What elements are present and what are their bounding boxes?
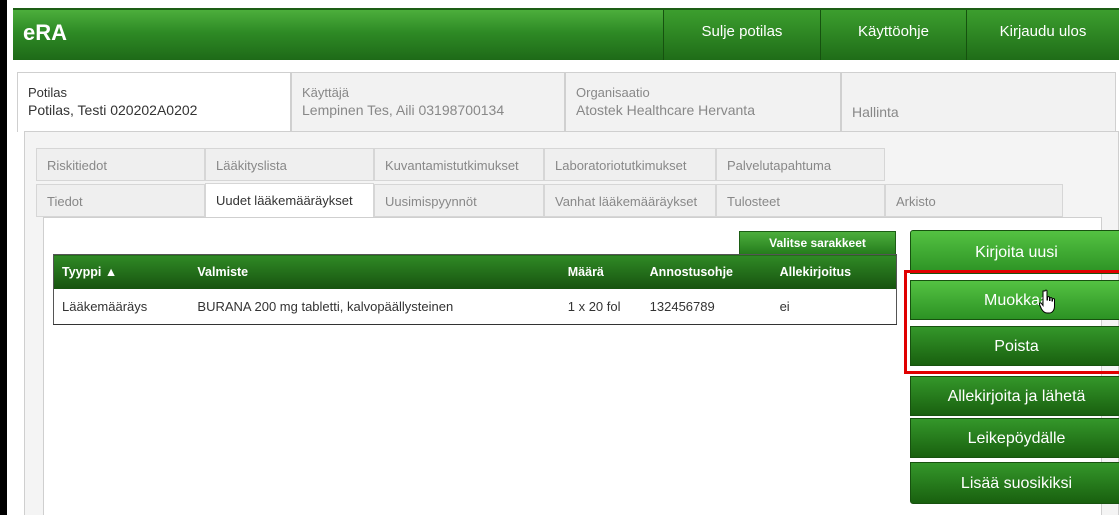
cell-type: Lääkemääräys — [53, 288, 190, 325]
tab-patient[interactable]: Potilas Potilas, Testi 020202A0202 — [17, 72, 291, 132]
add-favorite-button[interactable]: Lisää suosikiksi — [910, 462, 1119, 504]
hand-cursor-icon — [1038, 289, 1055, 314]
subtab-info[interactable]: Tiedot — [36, 184, 205, 217]
tab-patient-label: Potilas — [28, 85, 68, 100]
subtab-service-event[interactable]: Palvelutapahtuma — [716, 148, 885, 181]
subtab-renewal-requests[interactable]: Uusimispyynnöt — [374, 184, 544, 217]
tab-admin[interactable]: Hallinta — [841, 72, 1116, 132]
cell-product: BURANA 200 mg tabletti, kalvopäällystein… — [189, 288, 560, 325]
subtab-printouts[interactable]: Tulosteet — [716, 184, 885, 217]
clipboard-button[interactable]: Leikepöydälle — [910, 418, 1119, 458]
tab-admin-value: Hallinta — [852, 104, 899, 120]
sign-and-send-button[interactable]: Allekirjoita ja lähetä — [910, 376, 1119, 416]
header-bar: eRA Sulje potilas Käyttöohje Kirjaudu ul… — [13, 8, 1119, 60]
subtab-imaging[interactable]: Kuvantamistutkimukset — [374, 148, 544, 181]
subtab-archive[interactable]: Arkisto — [885, 184, 1063, 217]
tab-organization-label: Organisaatio — [576, 85, 650, 100]
help-button[interactable]: Käyttöohje — [820, 10, 966, 60]
write-new-button[interactable]: Kirjoita uusi — [910, 230, 1119, 274]
column-header-quantity[interactable]: Määrä — [559, 254, 642, 289]
app-logo: eRA — [23, 20, 68, 45]
delete-button[interactable]: Poista — [910, 326, 1119, 366]
cell-dosage: 132456789 — [641, 288, 772, 325]
app: eRA Sulje potilas Käyttöohje Kirjaudu ul… — [7, 0, 1119, 515]
table-row[interactable]: Lääkemääräys BURANA 200 mg tabletti, kal… — [53, 288, 897, 325]
tab-user-label: Käyttäjä — [302, 85, 349, 100]
tab-organization-value: Atostek Healthcare Hervanta — [576, 102, 755, 118]
edit-button[interactable]: Muokkaa — [910, 280, 1119, 320]
cell-signature: ei — [771, 288, 897, 325]
column-header-product[interactable]: Valmiste — [189, 254, 560, 289]
table-header-row: Tyyppi ▲ Valmiste Määrä Annostusohje All… — [53, 254, 897, 289]
tab-user-value: Lempinen Tes, Aili 03198700134 — [302, 102, 505, 118]
tab-organization[interactable]: Organisaatio Atostek Healthcare Hervanta — [565, 72, 841, 132]
column-header-signature[interactable]: Allekirjoitus — [771, 254, 897, 289]
tab-patient-value: Potilas, Testi 020202A0202 — [28, 102, 198, 118]
tab-user[interactable]: Käyttäjä Lempinen Tes, Aili 03198700134 — [291, 72, 565, 132]
select-columns-button[interactable]: Valitse sarakkeet — [739, 231, 896, 256]
window-edge — [0, 0, 7, 515]
logout-button[interactable]: Kirjaudu ulos — [966, 10, 1119, 60]
column-header-dosage[interactable]: Annostusohje — [641, 254, 772, 289]
subtab-laboratory[interactable]: Laboratoriotutkimukset — [544, 148, 716, 181]
close-patient-button[interactable]: Sulje potilas — [663, 10, 820, 60]
subtab-old-prescriptions[interactable]: Vanhat lääkemääräykset — [544, 184, 716, 217]
column-header-type[interactable]: Tyyppi ▲ — [53, 254, 190, 289]
subtab-medication-list[interactable]: Lääkityslista — [205, 148, 374, 181]
cell-quantity: 1 x 20 fol — [559, 288, 642, 325]
subtab-risk[interactable]: Riskitiedot — [36, 148, 205, 181]
prescriptions-table: Tyyppi ▲ Valmiste Määrä Annostusohje All… — [53, 254, 897, 325]
subtab-new-prescriptions[interactable]: Uudet lääkemääräykset — [205, 183, 374, 218]
